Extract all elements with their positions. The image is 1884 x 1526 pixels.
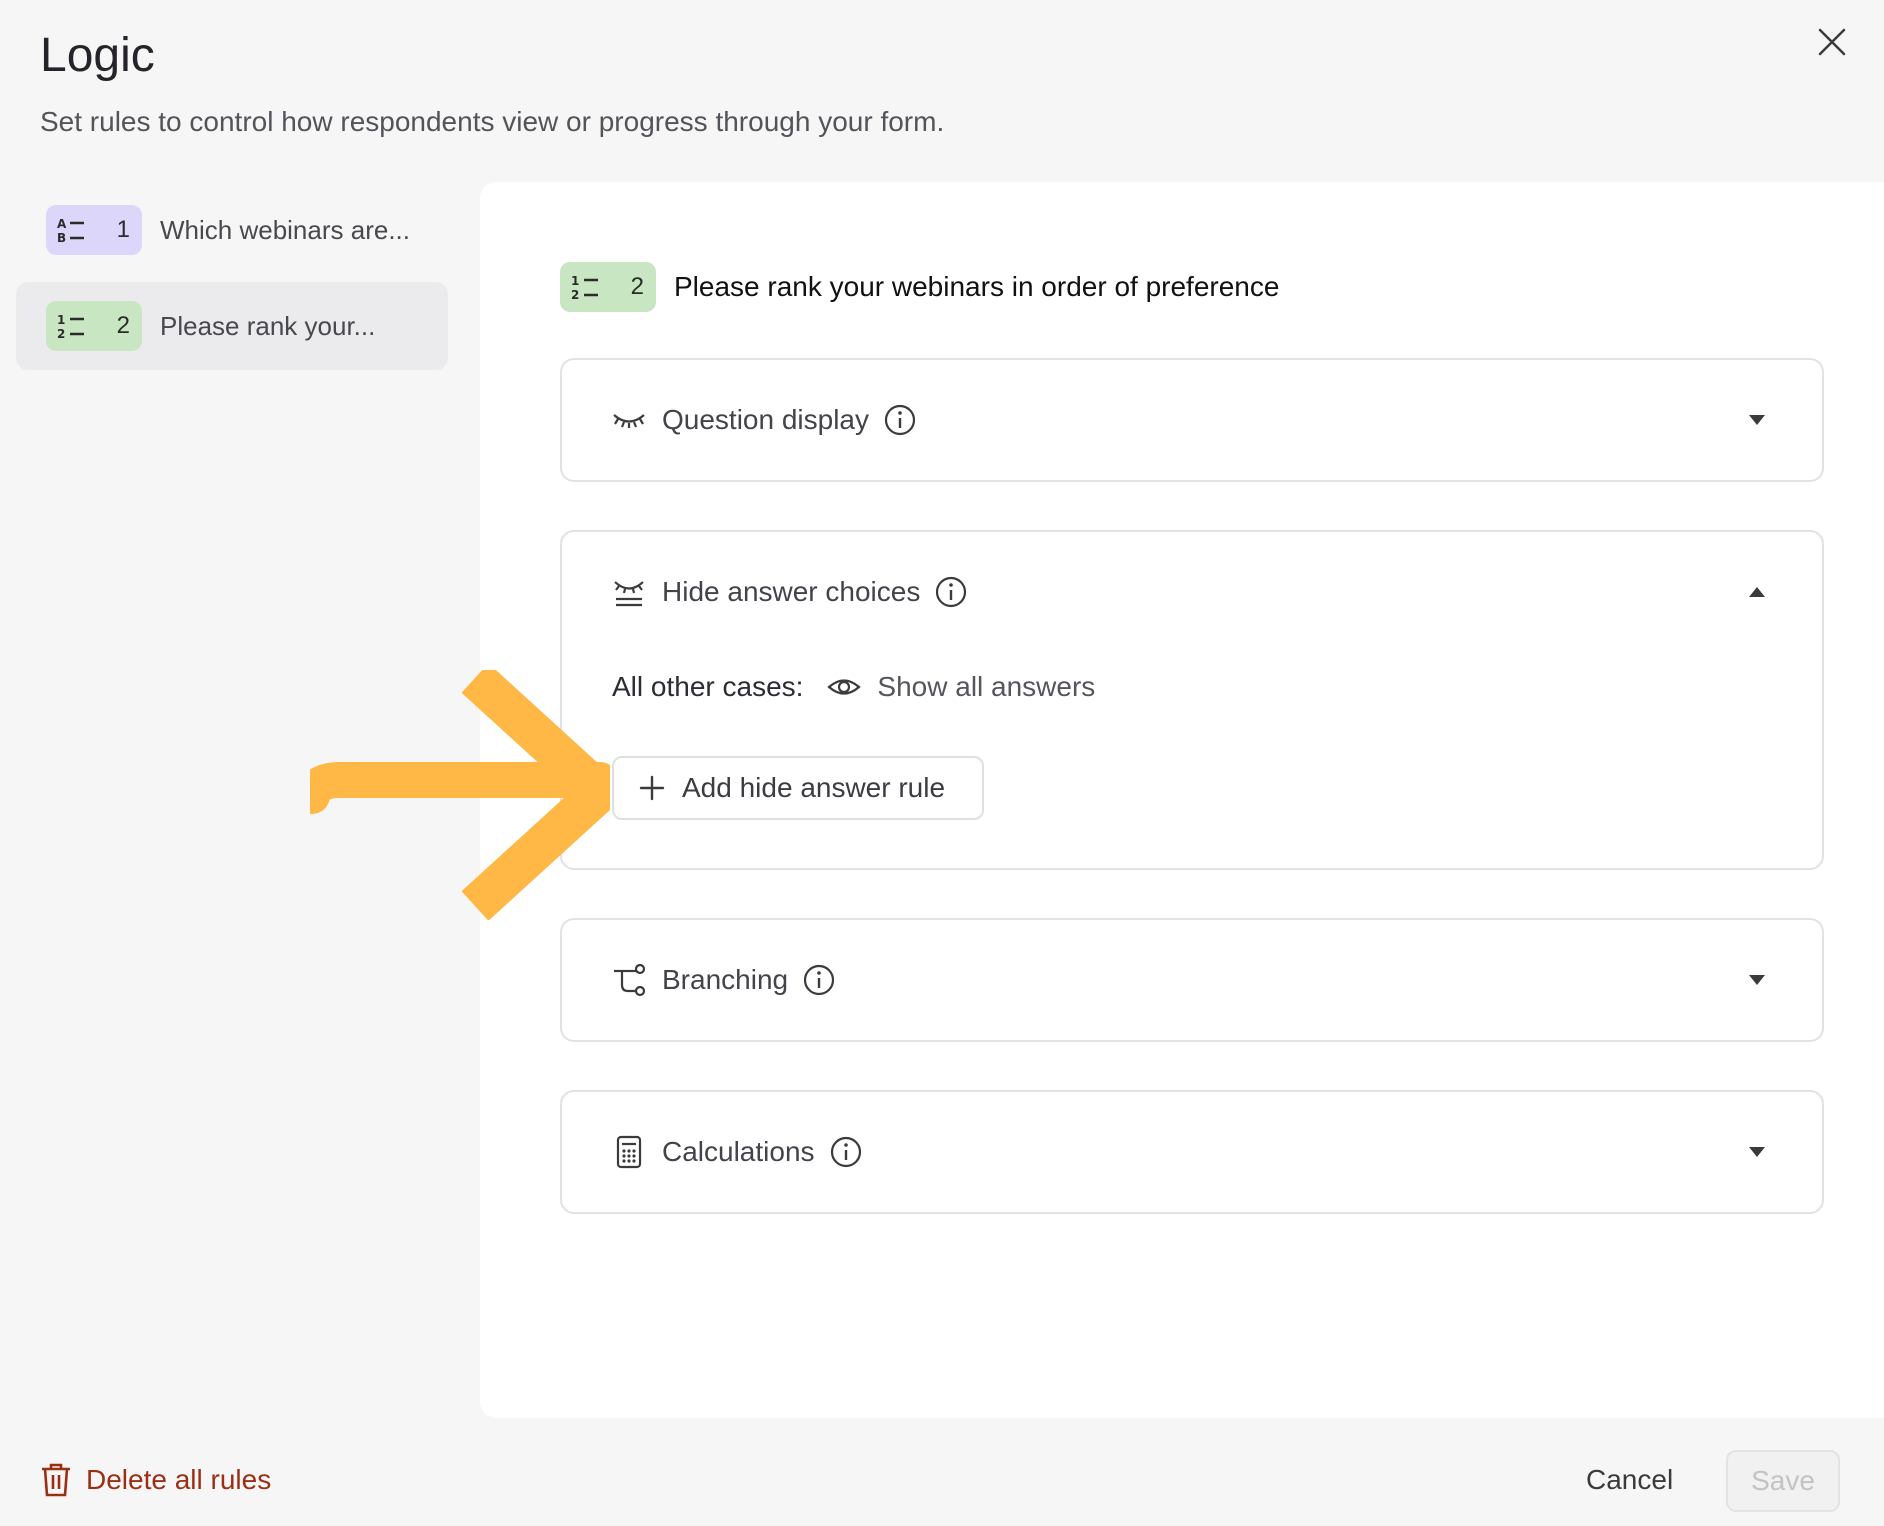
other-cases-row: All other cases: Show all answers <box>612 670 1095 704</box>
trash-icon <box>42 1463 70 1497</box>
question-type-badge: 1 2 2 <box>560 262 656 312</box>
sidebar-item-question-2[interactable]: 1 2 2 Please rank your... <box>16 282 448 370</box>
section-label: Branching <box>662 964 789 995</box>
section-label: Hide answer choices <box>662 576 921 607</box>
dialog-title: Logic <box>40 29 155 82</box>
question-number: 2 <box>116 312 130 339</box>
multiple-choice-icon: A B <box>57 217 84 245</box>
chevron-down-icon[interactable] <box>1748 414 1766 426</box>
hide-answer-choices-section: Hide answer choices All other cases: Sho… <box>560 530 1824 870</box>
svg-text:1: 1 <box>57 313 65 327</box>
question-title: Please rank your webinars in order of pr… <box>674 271 1280 302</box>
dialog-subtitle: Set rules to control how respondents vie… <box>40 106 945 137</box>
hide-answers-icon <box>612 575 646 609</box>
svg-text:1: 1 <box>571 274 579 288</box>
chevron-down-icon[interactable] <box>1748 974 1766 986</box>
section-label: Question display <box>662 404 870 435</box>
sidebar-item-question-1[interactable]: A B 1 Which webinars are... <box>16 186 448 274</box>
svg-text:A: A <box>57 217 67 231</box>
svg-text:2: 2 <box>57 327 65 341</box>
ranking-icon: 1 2 <box>571 274 598 302</box>
eye-icon <box>827 679 862 695</box>
sidebar-item-label: Which webinars are... <box>160 214 410 245</box>
question-display-section: Question display <box>560 358 1824 482</box>
info-icon[interactable] <box>829 1135 863 1169</box>
chevron-down-icon[interactable] <box>1748 1146 1766 1158</box>
question-sidebar: A B 1 Which webinars are... 1 2 2 Please… <box>16 186 448 378</box>
add-hide-answer-rule-button[interactable]: Add hide answer rule <box>612 756 984 820</box>
annotation-arrow <box>310 670 610 920</box>
logic-panel: 1 2 2 Please rank your webinars in order… <box>480 182 1884 1418</box>
branching-section: Branching <box>560 918 1824 1042</box>
info-icon[interactable] <box>934 575 968 609</box>
other-cases-label: All other cases: <box>612 671 804 702</box>
delete-all-rules-button[interactable]: Delete all rules <box>40 1462 271 1498</box>
calculator-icon <box>612 1135 646 1169</box>
branching-header[interactable]: Branching <box>562 920 1822 1040</box>
question-number: 2 <box>630 273 644 300</box>
delete-all-rules-label: Delete all rules <box>86 1464 272 1495</box>
other-cases-value: Show all answers <box>877 671 1096 702</box>
calculations-header[interactable]: Calculations <box>562 1092 1822 1212</box>
question-type-badge: A B 1 <box>46 205 142 255</box>
close-icon <box>1818 28 1846 56</box>
ranking-icon: 1 2 <box>57 313 84 341</box>
cancel-button[interactable]: Cancel <box>1586 1464 1673 1496</box>
calculations-section: Calculations <box>560 1090 1824 1214</box>
close-button[interactable] <box>1812 22 1852 62</box>
sidebar-item-label: Please rank your... <box>160 310 376 341</box>
svg-text:B: B <box>57 231 66 245</box>
plus-icon <box>639 775 665 801</box>
branching-icon <box>612 963 646 997</box>
question-type-badge: 1 2 2 <box>46 301 142 351</box>
section-label: Calculations <box>662 1136 815 1167</box>
question-header: 1 2 2 Please rank your webinars in order… <box>560 262 1279 312</box>
info-icon[interactable] <box>883 403 917 437</box>
question-number: 1 <box>116 216 130 243</box>
chevron-up-icon[interactable] <box>1748 586 1766 598</box>
info-icon[interactable] <box>802 963 836 997</box>
save-button[interactable]: Save <box>1726 1450 1840 1512</box>
svg-text:2: 2 <box>571 288 579 302</box>
hide-answer-choices-header[interactable]: Hide answer choices <box>562 532 1822 652</box>
add-rule-label: Add hide answer rule <box>682 772 946 803</box>
eye-closed-icon <box>612 403 646 437</box>
question-display-header[interactable]: Question display <box>562 360 1822 480</box>
